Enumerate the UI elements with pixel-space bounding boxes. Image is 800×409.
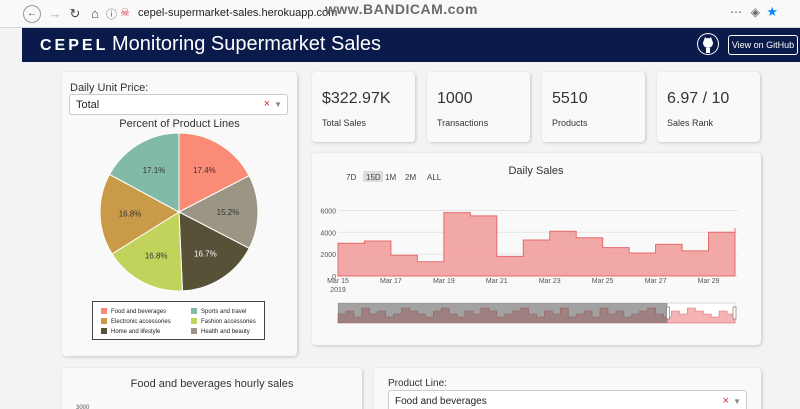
hourly-chart-peek	[62, 368, 362, 409]
kpi-value: $322.97K	[322, 90, 391, 107]
legend-swatch	[101, 308, 107, 314]
range-button-1m[interactable]: 1M	[385, 173, 396, 182]
daily-sales-card: Daily Sales 7D 15D 1M 2M ALL 0 2000 4000 6000 Mar …	[312, 153, 761, 345]
reload-button[interactable]: ↻	[66, 5, 84, 23]
legend-item[interactable]: Sports and travel	[191, 308, 246, 315]
x-tick-label: Mar 29	[698, 278, 720, 285]
product-line-dropdown[interactable]: Food and beverages × ▼	[388, 390, 747, 409]
home-button[interactable]: ⌂	[86, 5, 104, 23]
pie-slice-label: 16.8%	[119, 210, 142, 219]
chevron-down-icon[interactable]: ▼	[733, 397, 741, 406]
legend-swatch	[101, 328, 107, 334]
legend-swatch	[191, 328, 197, 334]
bookmark-star-icon[interactable]: ★	[766, 4, 778, 20]
range-button-all[interactable]: ALL	[427, 173, 442, 182]
pie-slice-label: 17.4%	[193, 166, 216, 175]
pie-legend: Food and beverages Sports and travel Ele…	[92, 301, 265, 340]
kpi-products: 5510 Products	[542, 72, 645, 142]
product-lines-card: Daily Unit Price: Total × ▼ Percent of P…	[62, 72, 297, 356]
x-tick-label: Mar 19	[433, 278, 455, 285]
chart-title: Daily Sales	[508, 165, 564, 177]
kpi-value: 1000	[437, 90, 473, 107]
product-line-value: Food and beverages	[395, 396, 487, 407]
x-tick-label: Mar 15	[327, 278, 349, 285]
y-tick-label: 2000	[320, 252, 336, 259]
x-tick-label: Mar 25	[592, 278, 614, 285]
shield-icon[interactable]: ◈	[751, 5, 760, 19]
sales-area-series[interactable]	[337, 212, 736, 277]
page-title: Monitoring Supermarket Sales	[112, 33, 382, 55]
kpi-value: 5510	[552, 90, 588, 107]
kpi-value: 6.97 / 10	[667, 90, 730, 107]
legend-item[interactable]: Home and lifestyle	[101, 328, 160, 335]
x-tick-label: Mar 23	[539, 278, 561, 285]
kpi-label: Sales Rank	[667, 118, 714, 128]
kpi-label: Total Sales	[322, 118, 367, 128]
watermark: www.BANDICAM.com	[325, 1, 478, 17]
range-slider-mask	[338, 303, 668, 323]
kpi-total-sales: $322.97K Total Sales	[312, 72, 415, 142]
kpi-label: Transactions	[437, 118, 489, 128]
url-text[interactable]: cepel-supermarket-sales.herokuapp.com	[138, 7, 337, 19]
range-button-2m[interactable]: 2M	[405, 173, 416, 182]
legend-item[interactable]: Health and beauty	[191, 328, 250, 335]
x-tick-label: Mar 21	[486, 278, 508, 285]
range-button-7d[interactable]: 7D	[346, 173, 356, 182]
clear-icon[interactable]: ×	[723, 395, 729, 407]
github-icon[interactable]	[697, 33, 719, 55]
brand-logo: CEPEL	[40, 37, 109, 54]
page-gutter	[0, 28, 22, 409]
legend-swatch	[191, 308, 197, 314]
browser-toolbar: ← → ↻ ⌂ ⓘ ☠ cepel-supermarket-sales.hero…	[0, 0, 800, 28]
pie-slice-label: 16.7%	[194, 249, 217, 258]
range-button-15d[interactable]: 15D	[366, 173, 381, 182]
view-on-github-button[interactable]: View on GitHub	[728, 35, 798, 55]
product-line-label: Product Line:	[388, 378, 447, 389]
legend-swatch	[191, 318, 197, 324]
app-header: CEPEL Monitoring Supermarket Sales View …	[22, 28, 800, 62]
range-slider-handle[interactable]	[732, 306, 737, 320]
legend-swatch	[101, 318, 107, 324]
y-tick-label: 4000	[320, 230, 336, 237]
page-actions-icon[interactable]: ⋯	[730, 5, 742, 19]
legend-item[interactable]: Fashion accessories	[191, 318, 256, 325]
y-tick-label: 6000	[320, 208, 336, 215]
kpi-label: Products	[552, 118, 588, 128]
product-line-card: Product Line: Food and beverages × ▼	[374, 368, 761, 409]
pie-slice-label: 16.8%	[145, 251, 168, 260]
insecure-lock-icon[interactable]: ☠	[120, 6, 130, 19]
kpi-transactions: 1000 Transactions	[427, 72, 530, 142]
x-tick-label: Mar 17	[380, 278, 402, 285]
x-tick-year: 2019	[330, 287, 346, 294]
kpi-sales-rank: 6.97 / 10 Sales Rank	[657, 72, 760, 142]
back-button[interactable]: ←	[23, 5, 41, 23]
x-tick-label: Mar 27	[645, 278, 667, 285]
daily-sales-chart: Daily Sales7D 15D 1M 2M ALL0200040006000Mar …	[320, 165, 738, 324]
legend-item[interactable]: Electronic accessories	[101, 318, 171, 325]
hourly-sales-card: Food and beverages hourly sales 3000	[62, 368, 362, 409]
info-icon[interactable]: ⓘ	[106, 6, 117, 22]
range-slider-handle[interactable]	[666, 306, 670, 320]
legend-item[interactable]: Food and beverages	[101, 308, 166, 315]
forward-button[interactable]: →	[46, 5, 64, 23]
pie-slice-label: 15.2%	[217, 208, 240, 217]
pie-slice-label: 17.1%	[143, 166, 166, 175]
